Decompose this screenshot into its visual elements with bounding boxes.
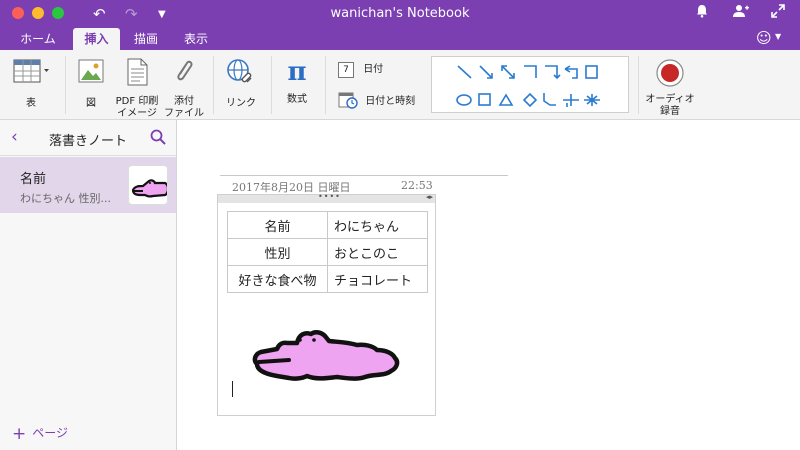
ribbon-insert: 表 図 PDF 印刷 イメージ 添付 ファイル リンク π 数式 7 日付 日付… bbox=[0, 50, 800, 120]
tab-draw[interactable]: 描画 bbox=[125, 28, 167, 50]
note-container[interactable]: •••• ◂▸ 名前 わにちゃん 性別 おとこのこ 好きな食べ物 チョコレート bbox=[217, 192, 436, 416]
insert-date-button[interactable]: 7 日付 bbox=[338, 62, 418, 78]
page-thumbnail bbox=[128, 165, 168, 205]
table-row: 性別 おとこのこ bbox=[227, 238, 428, 266]
tab-view[interactable]: 表示 bbox=[174, 28, 218, 50]
insert-equation-button[interactable]: π 数式 bbox=[279, 58, 315, 106]
page-item-preview: わにちゃん 性別... bbox=[20, 192, 111, 205]
table-cell[interactable]: おとこのこ bbox=[327, 238, 428, 266]
notification-bell-icon[interactable] bbox=[696, 4, 708, 23]
feedback-dropdown-icon[interactable]: ▼ bbox=[775, 32, 781, 41]
ribbon-separator bbox=[65, 56, 66, 114]
resize-arrows-icon[interactable]: ◂▸ bbox=[426, 193, 433, 201]
insert-link-label: リンク bbox=[226, 98, 256, 109]
share-person-add-icon[interactable] bbox=[732, 4, 750, 23]
page-list-sidebar: ‹ 落書きノート 名前 わにちゃん 性別... + ページ bbox=[0, 120, 177, 450]
attach-file-label-line1: 添付 bbox=[174, 96, 194, 107]
table-cell[interactable]: 名前 bbox=[227, 211, 328, 239]
title-bar: ↶ ↷ ▼ wanichan's Notebook bbox=[0, 0, 800, 28]
fullscreen-icon[interactable] bbox=[771, 4, 785, 23]
ribbon-separator bbox=[325, 56, 326, 114]
insert-date-label: 日付 bbox=[363, 64, 384, 75]
drag-dots-icon: •••• bbox=[318, 192, 341, 201]
feedback-smiley-icon[interactable]: ☺ bbox=[756, 28, 772, 48]
attach-file-button[interactable]: 添付 ファイル bbox=[164, 58, 204, 120]
insert-pdf-label-line2: イメージ bbox=[117, 108, 157, 119]
tab-insert[interactable]: 挿入 bbox=[73, 28, 120, 50]
table-icon bbox=[10, 58, 52, 88]
page-time: 22:53 bbox=[401, 179, 433, 192]
ribbon-separator bbox=[213, 56, 214, 114]
plus-icon: + bbox=[12, 424, 27, 444]
record-audio-button[interactable]: オーディオ 録音 bbox=[645, 58, 695, 118]
insert-date-time-button[interactable]: 日付と時刻 bbox=[338, 91, 428, 113]
link-globe-icon bbox=[221, 58, 261, 90]
crocodile-drawing[interactable] bbox=[237, 316, 407, 389]
table-cell[interactable]: 好きな食べ物 bbox=[227, 265, 328, 293]
insert-link-button[interactable]: リンク bbox=[221, 58, 261, 110]
sidebar-header: ‹ 落書きノート bbox=[0, 120, 176, 156]
picture-icon bbox=[74, 58, 108, 88]
attach-file-label-line2: ファイル bbox=[164, 108, 204, 119]
ribbon-tab-bar: ホーム 挿入 描画 表示 ☺ ▼ bbox=[0, 28, 800, 50]
shapes-gallery bbox=[431, 56, 629, 113]
record-icon bbox=[645, 58, 695, 92]
insert-pdf-printout-button[interactable]: PDF 印刷 イメージ bbox=[112, 58, 162, 120]
add-page-label: ページ bbox=[32, 426, 69, 440]
add-page-button[interactable]: + ページ bbox=[12, 424, 68, 444]
note-page-canvas[interactable]: 2017年8月20日 日曜日 22:53 •••• ◂▸ 名前 わにちゃん 性別… bbox=[177, 120, 800, 450]
insert-picture-button[interactable]: 図 bbox=[74, 58, 108, 110]
record-audio-label-line1: オーディオ bbox=[645, 94, 695, 105]
search-icon[interactable] bbox=[150, 129, 166, 148]
page-item-title: 名前 bbox=[20, 172, 47, 187]
ribbon-separator bbox=[271, 56, 272, 114]
tab-home[interactable]: ホーム bbox=[10, 28, 66, 50]
ribbon-separator bbox=[638, 56, 639, 114]
window-title: wanichan's Notebook bbox=[330, 6, 470, 21]
insert-equation-label: 数式 bbox=[287, 94, 307, 105]
text-cursor bbox=[232, 381, 233, 397]
pi-icon: π bbox=[287, 57, 307, 87]
pdf-document-icon bbox=[112, 58, 162, 90]
table-cell[interactable]: わにちゃん bbox=[327, 211, 428, 239]
paperclip-icon bbox=[164, 58, 204, 90]
insert-table-label: 表 bbox=[26, 98, 36, 109]
table-row: 好きな食べ物 チョコレート bbox=[227, 265, 428, 293]
insert-table-button[interactable]: 表 bbox=[10, 58, 52, 110]
calendar-clock-icon bbox=[338, 91, 358, 113]
insert-pdf-label-line1: PDF 印刷 bbox=[115, 96, 159, 107]
table-row: 名前 わにちゃん bbox=[227, 211, 428, 239]
page-title-rule bbox=[220, 175, 508, 176]
calendar-icon: 7 bbox=[338, 62, 354, 78]
insert-picture-label: 図 bbox=[86, 98, 96, 109]
insert-date-time-label: 日付と時刻 bbox=[365, 96, 416, 107]
table-cell[interactable]: 性別 bbox=[227, 238, 328, 266]
record-audio-label-line2: 録音 bbox=[660, 106, 680, 117]
container-drag-handle[interactable]: •••• ◂▸ bbox=[218, 192, 435, 203]
table-cell[interactable]: チョコレート bbox=[327, 265, 428, 293]
note-table[interactable]: 名前 わにちゃん 性別 おとこのこ 好きな食べ物 チョコレート bbox=[227, 211, 428, 293]
page-list-item[interactable]: 名前 わにちゃん 性別... bbox=[0, 157, 176, 213]
shapes-gallery-icons[interactable] bbox=[432, 57, 630, 114]
